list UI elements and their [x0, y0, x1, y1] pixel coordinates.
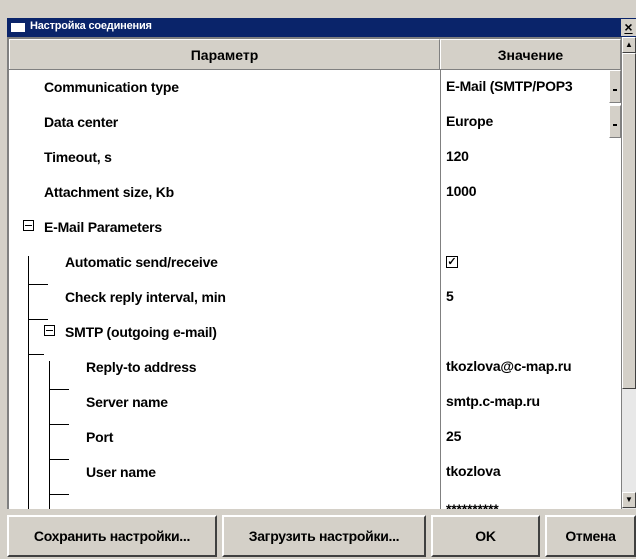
row-value[interactable]: Europe [446, 113, 493, 129]
row-smtp-group[interactable]: SMTP (outgoing e-mail) [9, 314, 621, 349]
row-automatic-send-receive[interactable]: Automatic send/receive ✓ [9, 244, 621, 279]
row-value[interactable]: 120 [446, 148, 469, 164]
row-check-reply-interval[interactable]: Check reply interval, min 5 [9, 279, 621, 314]
row-server-name[interactable]: Server name smtp.c-map.ru [9, 384, 621, 419]
row-label: User name [86, 464, 156, 480]
window-icon [10, 22, 26, 33]
row-attachment-size[interactable]: Attachment size, Kb 1000 [9, 174, 621, 209]
row-timeout[interactable]: Timeout, s 120 [9, 139, 621, 174]
row-value[interactable]: 5 [446, 288, 454, 304]
scroll-up-icon[interactable]: ▲ [622, 37, 636, 53]
ok-button[interactable]: OK [431, 515, 540, 557]
row-value[interactable]: 1000 [446, 183, 477, 199]
save-settings-button[interactable]: Сохранить настройки... [7, 515, 217, 557]
row-label: Attachment size, Kb [44, 184, 174, 200]
window-title: Настройка соединения [30, 20, 152, 32]
row-communication-type[interactable]: Communication type E-Mail (SMTP/POP3 [9, 69, 621, 104]
row-value[interactable]: tkozlova [446, 463, 501, 479]
checkbox-checked-icon[interactable]: ✓ [446, 256, 458, 268]
row-label: Automatic send/receive [65, 254, 218, 270]
row-user-name[interactable]: User name tkozlova [9, 454, 621, 489]
row-port[interactable]: Port 25 [9, 419, 621, 454]
row-value[interactable]: 25 [446, 428, 461, 444]
connection-settings-window: Настройка соединения × Параметр Значение… [0, 0, 636, 559]
scroll-thumb[interactable] [622, 53, 636, 389]
scroll-down-icon[interactable]: ▼ [622, 492, 636, 508]
row-label: Port [86, 429, 114, 445]
column-header-value[interactable]: Значение [440, 39, 621, 69]
dropdown-button[interactable] [609, 70, 621, 103]
row-label: Server name [86, 394, 168, 410]
row-email-parameters[interactable]: E-Mail Parameters [9, 209, 621, 244]
close-icon[interactable]: × [621, 19, 636, 36]
row-label: Check reply interval, min [65, 289, 226, 305]
row-label: Reply-to address [86, 359, 197, 375]
row-label: Data center [44, 114, 119, 130]
row-reply-to-address[interactable]: Reply-to address tkozlova@c-map.ru [9, 349, 621, 384]
row-value[interactable]: smtp.c-map.ru [446, 393, 540, 409]
collapse-icon[interactable] [23, 220, 34, 231]
button-bar: Сохранить настройки... Загрузить настрой… [7, 509, 636, 559]
row-data-center[interactable]: Data center Europe [9, 104, 621, 139]
row-label: E-Mail Parameters [44, 219, 162, 235]
row-password[interactable]: ********** [9, 489, 621, 509]
column-header-parameter[interactable]: Параметр [9, 39, 440, 69]
row-label: Communication type [44, 79, 179, 95]
dropdown-button[interactable] [609, 105, 621, 138]
row-value[interactable]: E-Mail (SMTP/POP3 [446, 78, 573, 94]
row-label: SMTP (outgoing e-mail) [65, 324, 217, 340]
collapse-icon[interactable] [44, 325, 55, 336]
grid-header: Параметр Значение [9, 39, 621, 70]
settings-grid: Параметр Значение Communication type E-M… [7, 37, 621, 509]
row-label: Timeout, s [44, 149, 112, 165]
row-value[interactable]: ********** [446, 501, 499, 509]
row-value[interactable]: tkozlova@c-map.ru [446, 358, 572, 374]
load-settings-button[interactable]: Загрузить настройки... [222, 515, 426, 557]
title-bar: Настройка соединения × [7, 18, 636, 37]
cancel-button[interactable]: Отмена [545, 515, 636, 557]
vertical-scrollbar[interactable]: ▲ ▼ [621, 37, 636, 509]
